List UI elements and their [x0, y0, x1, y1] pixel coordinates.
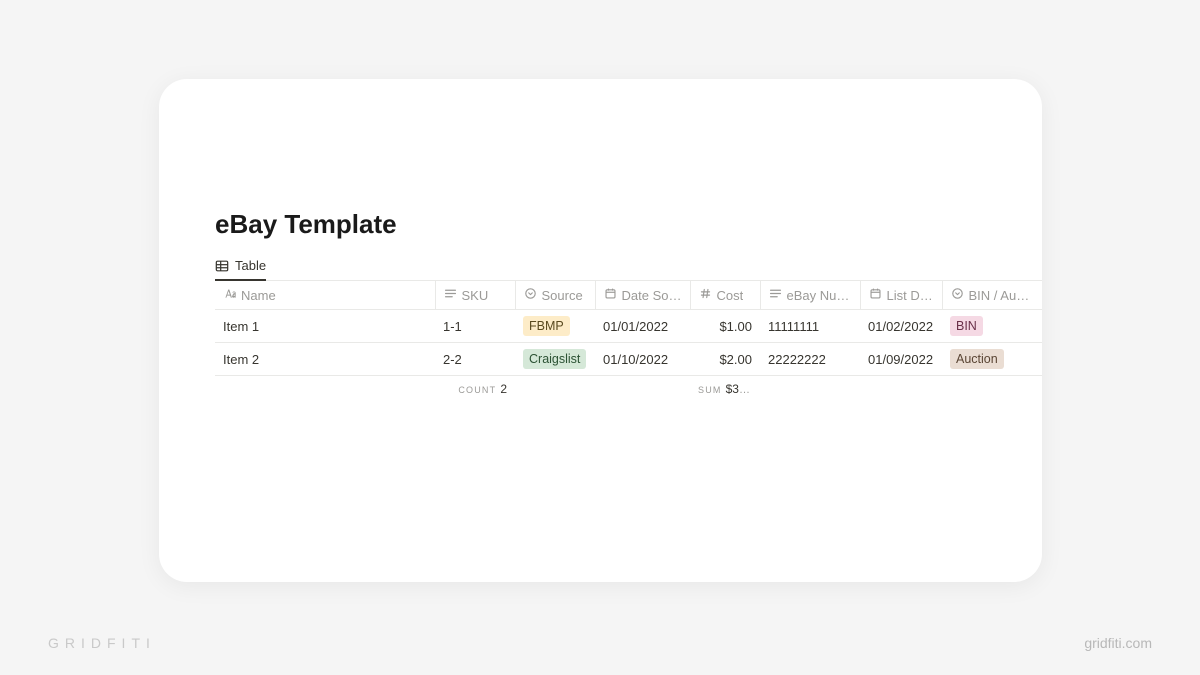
page-content: eBay Template Table Name SKU Source Date So… [159, 79, 1042, 402]
text-icon [444, 287, 457, 303]
table-row[interactable]: Item 11-1 FBMP 01/01/2022$1.001111111101/0… [215, 310, 1042, 343]
watermark-url: gridfiti.com [1084, 635, 1152, 651]
view-tab-table[interactable]: Table [215, 258, 266, 281]
view-tab-label: Table [235, 258, 266, 273]
table-icon [215, 259, 229, 273]
column-header[interactable]: SKU [435, 281, 515, 310]
table-cell[interactable]: Auction [942, 343, 1042, 376]
table-cell[interactable]: BIN [942, 310, 1042, 343]
column-label: BIN / Auction [969, 288, 1035, 303]
column-label: Name [241, 288, 276, 303]
table-cell[interactable]: 01/01/2022 [595, 310, 690, 343]
tag-bin: BIN [950, 316, 983, 336]
table-cell[interactable]: Item 1 [215, 310, 435, 343]
column-label: Cost [717, 288, 744, 303]
table-cell[interactable]: 01/09/2022 [860, 343, 942, 376]
table-cell[interactable]: 01/02/2022 [860, 310, 942, 343]
column-header[interactable]: List Date [860, 281, 942, 310]
table-cell[interactable]: 1-1 [435, 310, 515, 343]
database-table: Name SKU Source Date Sour... Cost eBay Numb..… [215, 280, 1042, 402]
column-label: eBay Numb... [787, 288, 852, 303]
tag-auction: Auction [950, 349, 1004, 369]
app-card: eBay Template Table Name SKU Source Date So… [159, 79, 1042, 582]
select-icon [951, 287, 964, 303]
column-header[interactable]: BIN / Auction [942, 281, 1042, 310]
table-cell[interactable]: 11111111 [760, 310, 860, 343]
column-header[interactable]: Date Sour... [595, 281, 690, 310]
table-row[interactable]: Item 22-2 Craigslist 01/10/2022$2.00222222… [215, 343, 1042, 376]
table-cell[interactable]: $2.00 [690, 343, 760, 376]
select-icon [524, 287, 537, 303]
date-icon [869, 287, 882, 303]
summary-sum[interactable]: SUM$3.00 [690, 376, 760, 403]
column-header[interactable]: Source [515, 281, 595, 310]
column-label: List Date [887, 288, 934, 303]
table-cell[interactable]: Item 2 [215, 343, 435, 376]
tag-fbmp: FBMP [523, 316, 570, 336]
tag-craigslist: Craigslist [523, 349, 586, 369]
table-cell[interactable]: FBMP [515, 310, 595, 343]
column-header[interactable]: Cost [690, 281, 760, 310]
title-icon [223, 287, 236, 303]
table-header-row: Name SKU Source Date Sour... Cost eBay Numb..… [215, 281, 1042, 310]
summary-count[interactable]: COUNT2 [215, 376, 515, 403]
column-label: Source [542, 288, 583, 303]
column-header[interactable]: Name [215, 281, 435, 310]
table-cell[interactable]: $1.00 [690, 310, 760, 343]
table-cell[interactable]: 22222222 [760, 343, 860, 376]
table-summary-row: COUNT2 SUM$3.00 [215, 376, 1042, 403]
table-cell[interactable]: 2-2 [435, 343, 515, 376]
column-label: SKU [462, 288, 489, 303]
page-title[interactable]: eBay Template [215, 209, 986, 240]
date-icon [604, 287, 617, 303]
watermark-logo: GRIDFITI [48, 635, 156, 651]
table-cell[interactable]: Craigslist [515, 343, 595, 376]
column-label: Date Sour... [622, 288, 682, 303]
column-header[interactable]: eBay Numb... [760, 281, 860, 310]
table-cell[interactable]: 01/10/2022 [595, 343, 690, 376]
number-icon [699, 287, 712, 303]
text-icon [769, 287, 782, 303]
